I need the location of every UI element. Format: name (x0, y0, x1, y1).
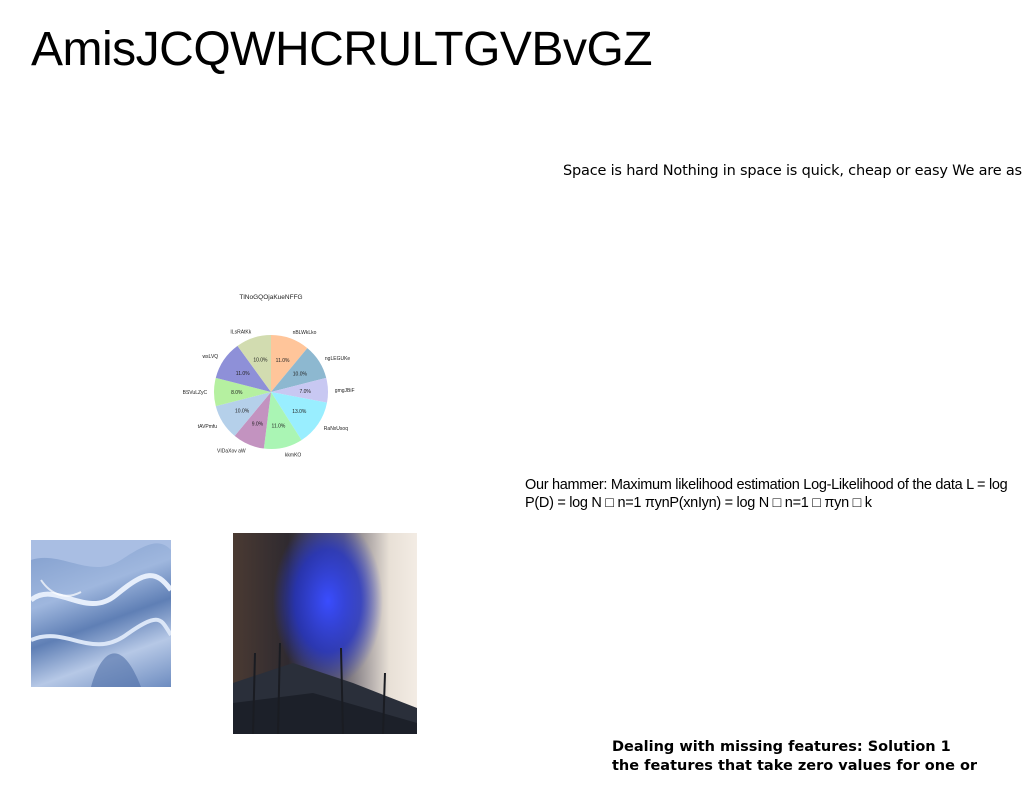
pie-category-label: tAVPmfu (198, 424, 218, 430)
pie-percent-label: 13.0% (292, 409, 307, 415)
pie-percent-label: 7.0% (299, 389, 311, 395)
fire-photo (233, 533, 417, 734)
pie-category-label: kkmKO (285, 452, 302, 458)
pie-percent-label: 10.0% (253, 357, 268, 363)
missing-features-text: Dealing with missing features: Solution … (612, 738, 1017, 776)
missing-features-line-1: Dealing with missing features: Solution … (612, 739, 951, 755)
pie-percent-label: 10.0% (235, 408, 250, 414)
pie-percent-label: 9.0% (252, 421, 264, 427)
pie-category-label: VIDaXov aW (217, 449, 246, 455)
pie-category-label: RaNxUsoq (324, 426, 348, 432)
pie-percent-label: 11.0% (276, 358, 290, 364)
pie-category-label: BSVuLZyC (183, 390, 208, 396)
pie-percent-label: 8.0% (231, 390, 243, 396)
pie-percent-label: 11.0% (272, 423, 286, 429)
pie-category-label: gmgJBiF (335, 388, 355, 394)
pie-percent-label: 10.0% (293, 372, 308, 378)
snow-photo (31, 540, 171, 687)
pie-category-label: ILsRAtKk (230, 329, 251, 335)
missing-features-line-2: the features that take zero values for o… (612, 758, 978, 774)
pie-category-label: wsLVQ (202, 354, 218, 360)
hammer-text: Our hammer: Maximum likelihood estimatio… (525, 477, 1008, 511)
snow-dunes-image (31, 540, 171, 687)
pie-category-label: ngLEGUKe (325, 356, 351, 362)
pie-category-label: nBLWkLko (293, 330, 317, 336)
space-text: Space is hard Nothing in space is quick,… (563, 163, 1022, 179)
page-title: AmisJCQWHCRULTGVBvGZ (31, 23, 653, 76)
pie-chart: TlNoGQOjaKueNFFG 11.0% nBLWkLko 10.0% ngLEGU… (170, 285, 370, 485)
pie-percent-label: 11.0% (236, 371, 250, 377)
pie-chart-svg: TlNoGQOjaKueNFFG 11.0% nBLWkLko 10.0% ngLEGU… (183, 294, 355, 458)
blue-smoke-fire-image (233, 533, 417, 734)
chart-title: TlNoGQOjaKueNFFG (239, 294, 302, 301)
